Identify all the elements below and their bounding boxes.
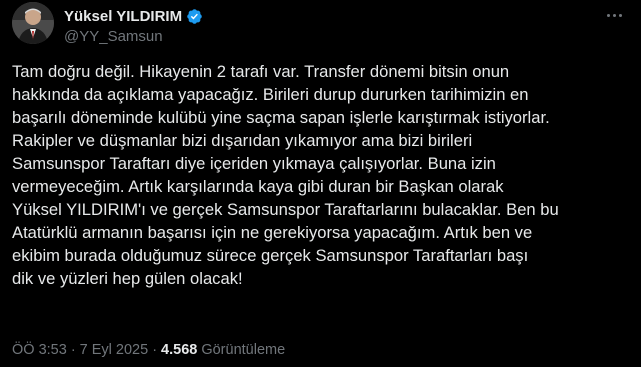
views-label: Görüntüleme: [201, 342, 286, 358]
tweet-text-line: dik ve yüzleri hep gülen olacak!: [12, 269, 243, 288]
views-count: 4.568: [161, 342, 198, 358]
tweet-text-line: ekibim burada olduğumuz sürece gerçek Sa…: [12, 246, 529, 265]
tweet-card: Yüksel YILDIRIM @YY_Samsun Tam doğru değ…: [0, 0, 641, 367]
tweet-meta: ÖÖ 3:53 · 7 Eyl 2025 · 4.568 Görüntüleme: [12, 342, 285, 358]
tweet-text-line: Yüksel YILDIRIM'ı ve gerçek Samsunspor T…: [12, 200, 559, 219]
meta-separator: ·: [70, 342, 76, 358]
more-options-button[interactable]: [599, 4, 629, 26]
author-handle[interactable]: @YY_Samsun: [64, 28, 203, 45]
tweet-text-line: Rakipler ve düşmanlar bizi dışarıdan yık…: [12, 131, 473, 150]
tweet-text: Tam doğru değil. Hikayenin 2 tarafı var.…: [12, 60, 632, 290]
author-display-name[interactable]: Yüksel YILDIRIM: [64, 8, 182, 25]
meta-separator: ·: [152, 342, 158, 358]
more-horizontal-icon: [606, 13, 610, 17]
tweet-text-line: Atatürklü armanın başarısı için ne gerek…: [12, 223, 533, 242]
tweet-header: Yüksel YILDIRIM @YY_Samsun: [12, 2, 629, 48]
tweet-time[interactable]: ÖÖ 3:53: [12, 342, 67, 358]
tweet-text-line: Tam doğru değil. Hikayenin 2 tarafı var.…: [12, 62, 510, 81]
tweet-text-line: başarılı döneminde kulübü yine saçma sap…: [12, 108, 550, 127]
tweet-text-line: vermeyeceğim. Artık karşılarında kaya gi…: [12, 177, 504, 196]
tweet-text-line: hakkında da açıklama yapacağız. Birileri…: [12, 85, 529, 104]
tweet-date[interactable]: 7 Eyl 2025: [80, 342, 149, 358]
avatar[interactable]: [12, 2, 54, 44]
tweet-text-line: Samsunspor Taraftarı diye içeriden yıkma…: [12, 154, 496, 173]
verified-badge-icon: [186, 8, 203, 25]
avatar-image: [12, 2, 54, 44]
author-names: Yüksel YILDIRIM @YY_Samsun: [64, 6, 203, 45]
